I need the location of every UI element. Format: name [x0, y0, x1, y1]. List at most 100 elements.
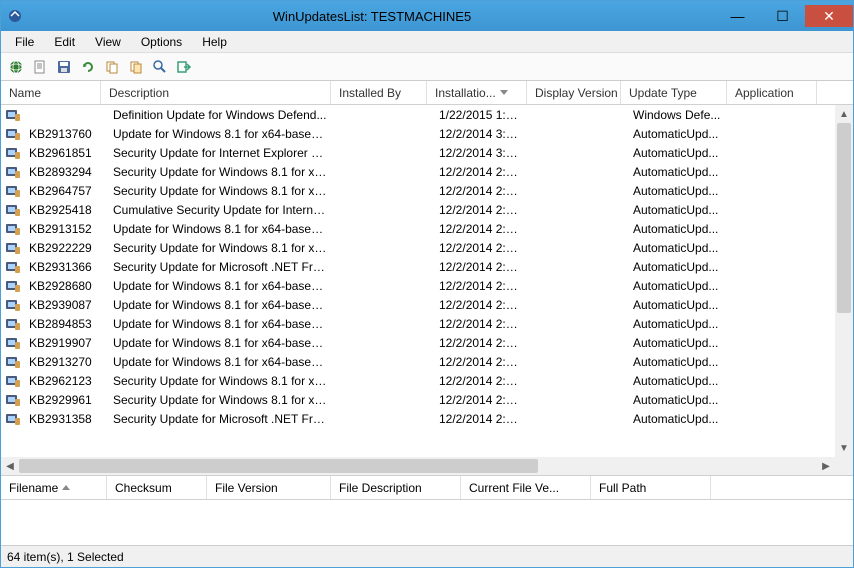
table-row[interactable]: KB2939087Update for Windows 8.1 for x64-…: [1, 295, 835, 314]
menu-view[interactable]: View: [85, 33, 131, 51]
cell-date: 12/2/2014 3:00:...: [431, 127, 531, 141]
cell-description: Security Update for Microsoft .NET Fra..…: [105, 412, 335, 426]
maximize-button[interactable]: ☐: [760, 5, 805, 27]
col-header-installation[interactable]: Installatio...: [427, 81, 527, 104]
table-row[interactable]: KB2925418Cumulative Security Update for …: [1, 200, 835, 219]
cell-updatetype: AutomaticUpd...: [625, 298, 731, 312]
cell-name: KB2894853: [21, 317, 105, 331]
col-header-currentfileversion[interactable]: Current File Ve...: [461, 476, 591, 499]
document-icon[interactable]: [29, 56, 51, 78]
scroll-up-icon[interactable]: ▲: [835, 105, 853, 123]
table-row[interactable]: KB2913152Update for Windows 8.1 for x64-…: [1, 219, 835, 238]
update-icon: [5, 298, 21, 312]
cell-updatetype: AutomaticUpd...: [625, 203, 731, 217]
properties-icon[interactable]: [125, 56, 147, 78]
menu-file[interactable]: File: [5, 33, 44, 51]
cell-description: Security Update for Windows 8.1 for x64.…: [105, 184, 335, 198]
cell-date: 12/2/2014 2:58:...: [431, 279, 531, 293]
menu-help[interactable]: Help: [192, 33, 237, 51]
vscroll-thumb[interactable]: [837, 123, 851, 313]
table-row[interactable]: KB2928680Update for Windows 8.1 for x64-…: [1, 276, 835, 295]
cell-date: 12/2/2014 2:58:...: [431, 336, 531, 350]
find-icon[interactable]: [149, 56, 171, 78]
scroll-left-icon[interactable]: ◀: [1, 457, 19, 475]
app-icon: [7, 8, 23, 24]
cell-updatetype: AutomaticUpd...: [625, 241, 731, 255]
col-header-updatetype[interactable]: Update Type: [621, 81, 727, 104]
col-header-name[interactable]: Name: [1, 81, 101, 104]
table-row[interactable]: KB2893294Security Update for Windows 8.1…: [1, 162, 835, 181]
cell-updatetype: AutomaticUpd...: [625, 146, 731, 160]
cell-name: KB2939087: [21, 298, 105, 312]
hscroll-thumb[interactable]: [19, 459, 538, 473]
cell-updatetype: AutomaticUpd...: [625, 127, 731, 141]
cell-description: Update for Windows 8.1 for x64-based S..…: [105, 317, 335, 331]
exit-icon[interactable]: [173, 56, 195, 78]
statusbar: 64 item(s), 1 Selected: [1, 545, 853, 567]
refresh-icon[interactable]: [77, 56, 99, 78]
globe-icon[interactable]: [5, 56, 27, 78]
table-row[interactable]: KB2962123Security Update for Windows 8.1…: [1, 371, 835, 390]
table-row[interactable]: Definition Update for Windows Defend...1…: [1, 105, 835, 124]
status-text: 64 item(s), 1 Selected: [7, 550, 124, 564]
vscroll-track[interactable]: [835, 123, 853, 439]
main-grid: Name Description Installed By Installati…: [1, 81, 853, 475]
cell-date: 12/2/2014 2:59:...: [431, 260, 531, 274]
update-icon: [5, 393, 21, 407]
update-icon: [5, 127, 21, 141]
col-header-fullpath[interactable]: Full Path: [591, 476, 711, 499]
col-header-checksum[interactable]: Checksum: [107, 476, 207, 499]
table-row[interactable]: KB2913270Update for Windows 8.1 for x64-…: [1, 352, 835, 371]
table-row[interactable]: KB2913760Update for Windows 8.1 for x64-…: [1, 124, 835, 143]
cell-date: 12/2/2014 2:58:...: [431, 317, 531, 331]
col-header-installedby[interactable]: Installed By: [331, 81, 427, 104]
cell-description: Update for Windows 8.1 for x64-based S..…: [105, 222, 335, 236]
col-header-filedescription[interactable]: File Description: [331, 476, 461, 499]
cell-updatetype: AutomaticUpd...: [625, 165, 731, 179]
table-row[interactable]: KB2931366Security Update for Microsoft .…: [1, 257, 835, 276]
table-row[interactable]: KB2929961Security Update for Windows 8.1…: [1, 390, 835, 409]
cell-description: Security Update for Internet Explorer 11…: [105, 146, 335, 160]
table-row[interactable]: KB2931358Security Update for Microsoft .…: [1, 409, 835, 428]
cell-date: 12/2/2014 2:58:...: [431, 393, 531, 407]
update-icon: [5, 146, 21, 160]
cell-description: Update for Windows 8.1 for x64-based S..…: [105, 355, 335, 369]
minimize-button[interactable]: —: [715, 5, 760, 27]
scroll-corner: [835, 457, 853, 475]
menu-options[interactable]: Options: [131, 33, 192, 51]
vertical-scrollbar[interactable]: ▲ ▼: [835, 105, 853, 457]
table-row[interactable]: KB2922229Security Update for Windows 8.1…: [1, 238, 835, 257]
table-row[interactable]: KB2964757Security Update for Windows 8.1…: [1, 181, 835, 200]
table-row[interactable]: KB2961851Security Update for Internet Ex…: [1, 143, 835, 162]
cell-description: Security Update for Windows 8.1 for x64.…: [105, 374, 335, 388]
toolbar: [1, 53, 853, 81]
horizontal-scrollbar[interactable]: ◀ ▶: [1, 457, 853, 475]
cell-description: Update for Windows 8.1 for x64-based S..…: [105, 298, 335, 312]
menu-edit[interactable]: Edit: [44, 33, 85, 51]
cell-date: 12/2/2014 2:58:...: [431, 412, 531, 426]
main-data-area: Definition Update for Windows Defend... 1…: [1, 105, 853, 475]
files-panel: Filename Checksum File Version File Desc…: [1, 475, 853, 545]
close-button[interactable]: ✕: [805, 5, 853, 27]
main-data-rows[interactable]: Definition Update for Windows Defend... 1…: [1, 105, 835, 457]
save-icon[interactable]: [53, 56, 75, 78]
col-header-filename[interactable]: Filename: [1, 476, 107, 499]
col-header-fileversion[interactable]: File Version: [207, 476, 331, 499]
cell-updatetype: AutomaticUpd...: [625, 374, 731, 388]
table-row[interactable]: KB2919907Update for Windows 8.1 for x64-…: [1, 333, 835, 352]
table-row[interactable]: KB2894853Update for Windows 8.1 for x64-…: [1, 314, 835, 333]
col-header-displayversion[interactable]: Display Version: [527, 81, 621, 104]
scroll-right-icon[interactable]: ▶: [817, 457, 835, 475]
update-icon: [5, 336, 21, 350]
cell-date: 12/2/2014 2:59:...: [431, 222, 531, 236]
files-body[interactable]: [1, 500, 853, 545]
col-header-description[interactable]: Description: [101, 81, 331, 104]
scroll-down-icon[interactable]: ▼: [835, 439, 853, 457]
copy-icon[interactable]: [101, 56, 123, 78]
cell-updatetype: AutomaticUpd...: [625, 412, 731, 426]
update-icon: [5, 222, 21, 236]
titlebar[interactable]: WinUpdatesList: TESTMACHINE5 — ☐ ✕: [1, 1, 853, 31]
hscroll-track[interactable]: [19, 457, 817, 475]
cell-description: Definition Update for Windows Defend...: [105, 108, 335, 122]
col-header-application[interactable]: Application: [727, 81, 817, 104]
